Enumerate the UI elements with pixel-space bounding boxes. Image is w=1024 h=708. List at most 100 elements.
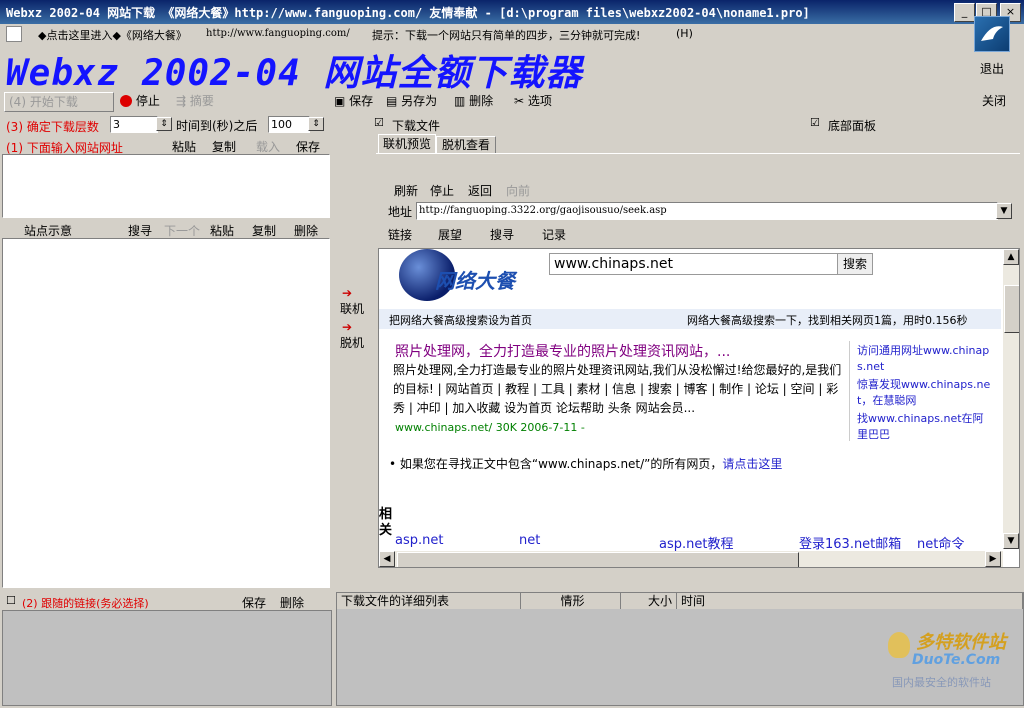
copy-sites-button[interactable]: 复制 [252,222,276,239]
delete-sites-button[interactable]: 删除 [294,222,318,239]
result-title-link[interactable]: 照片处理网，全力打造最专业的照片处理资讯网站，... [395,341,795,361]
start-download-button[interactable]: (4) 开始下载 [4,92,114,112]
home-url[interactable]: http://www.fanguoping.com/ [206,28,350,39]
online-button[interactable]: 联机 [340,300,364,317]
record-button[interactable]: 记录 [542,226,566,243]
home-link[interactable]: ◆点击这里进入◆《网络大餐》 [38,27,187,43]
window-title: Webxz 2002-04 网站下载 《网络大餐》http://www.fang… [6,6,810,20]
more-results-text: • 如果您在寻找正文中包含“www.chinaps.net/”的所有网页，请点击… [389,455,782,472]
options-button[interactable]: ✂ 选项 [514,92,552,110]
download-file-label: 下载文件 [392,119,441,133]
horizontal-scroll-thumb[interactable] [397,552,799,567]
next-button[interactable]: 下一个 [164,222,200,239]
vertical-scroll-thumb[interactable] [1004,285,1019,333]
scroll-right-icon[interactable]: ▶ [985,551,1001,567]
time-label: 时间到(秒)之后 [176,119,258,133]
result-description: 照片处理网,全力打造最专业的照片处理资讯网站,我们从没松懈过!给您最好的,是我们… [393,363,842,415]
related-link-3[interactable]: asp.net教程 [659,533,733,552]
set-home-link[interactable]: 把网络大餐高级搜索设为首页 [389,312,532,328]
page-search-button[interactable]: 搜索 [837,253,873,275]
address-dropdown[interactable]: ▼ [996,203,1012,219]
scroll-left-icon[interactable]: ◀ [379,551,395,567]
watermark-brand: 多特软件站 [916,632,1006,653]
address-input[interactable]: http://fanguoping.3322.org/gaojisousuo/s… [416,202,998,220]
options-label: 选项 [527,94,552,108]
outlook-button[interactable]: 展望 [438,226,462,243]
bottom-panel-checkbox[interactable]: ☑ [810,116,820,129]
vertical-scrollbar[interactable]: ▲ ▼ [1003,249,1019,549]
related-link-1[interactable]: asp.net [395,533,443,548]
paste-button[interactable]: 粘贴 [172,138,196,155]
browser-view[interactable]: 网络大餐 www.chinaps.net 搜索 把网络大餐高级搜索设为首页 网络… [378,248,1020,568]
delete-label: 删除 [469,94,494,108]
arrow-right-icon-2: ➔ [342,320,353,334]
stop-button[interactable]: 停止 [120,92,160,110]
links-button[interactable]: 链接 [388,226,412,243]
col-file-list[interactable]: 下载文件的详细列表 [337,593,521,609]
follow-delete-button[interactable]: 删除 [280,594,304,611]
address-label: 地址 [388,205,413,219]
tab-offline[interactable]: 脱机查看 [436,136,496,154]
trash-icon: ▥ [454,94,466,108]
related-link-5[interactable]: net命令 [917,533,964,552]
save-button[interactable]: ▣ 保存 [334,92,373,110]
watermark-mascot-icon [888,632,910,658]
summary-label: 摘要 [189,94,214,108]
summary-button[interactable]: ⇶ 摘要 [176,92,214,110]
save-url-button[interactable]: 保存 [296,138,320,155]
main-toolbar: (4) 开始下载 停止 ⇶ 摘要 ▣ 保存 ▤ 另存为 ▥ 删除 ✂ 选项 关闭 [0,90,1024,112]
depth-input[interactable]: 3 [110,116,158,133]
offline-button[interactable]: 脱机 [340,334,364,351]
save-label: 保存 [349,94,374,108]
sites-tree[interactable] [2,238,330,588]
time-input[interactable]: 100 [268,116,310,133]
tab-divider [376,153,1020,154]
side-link-1[interactable]: 访问通用网址www.chinaps.net [857,343,993,375]
browser-stop-button[interactable]: 停止 [430,182,454,199]
refresh-button[interactable]: 刷新 [394,182,418,199]
stop-label: 停止 [135,94,160,108]
search-sites-button[interactable]: 搜寻 [128,222,152,239]
download-file-checkbox[interactable]: ☑ [374,116,390,132]
avatar-icon [6,26,22,42]
col-size[interactable]: 大小 [621,593,677,609]
help-link[interactable]: (H) [676,27,693,40]
exit-button[interactable]: 退出 [972,16,1012,80]
follow-label: (2) 跟随的链接(务必选择) [22,597,149,610]
side-link-2[interactable]: 惊喜发现www.chinaps.net，在慧聪网 [857,377,993,409]
left-panel: (3) 确定下载层数 3 ⇕ 时间到(秒)之后 100 ⇕ (1) 下面输入网站… [0,114,334,590]
close-button[interactable]: 关闭 [982,92,1006,110]
depth-stepper[interactable]: ⇕ [156,117,172,131]
follow-list[interactable] [2,610,332,706]
exit-label: 退出 [980,62,1005,76]
copy-button[interactable]: 复制 [212,138,236,155]
page-search-input[interactable]: www.chinaps.net [549,253,839,275]
scroll-up-icon[interactable]: ▲ [1003,249,1019,265]
url-textarea[interactable] [2,154,330,218]
delete-button[interactable]: ▥ 删除 [454,92,493,110]
forward-button[interactable]: 向前 [506,182,530,199]
result-url: www.chinaps.net/ 30K 2006-7-11 - [395,421,585,434]
save-as-label: 另存为 [401,94,438,108]
related-link-4[interactable]: 登录163.net邮箱 [799,533,901,552]
more-link[interactable]: 请点击这里 [722,457,782,471]
paste-sites-button[interactable]: 粘贴 [210,222,234,239]
follow-checkbox[interactable]: ☐ [6,594,16,607]
col-time[interactable]: 时间 [677,593,1023,609]
horizontal-scrollbar[interactable]: ◀ ▶ [379,551,1003,567]
save-as-button[interactable]: ▤ 另存为 [386,92,437,110]
scroll-down-icon[interactable]: ▼ [1003,533,1019,549]
related-link-2[interactable]: net [519,533,540,548]
load-button[interactable]: 载入 [256,138,280,155]
search-button[interactable]: 搜寻 [490,226,514,243]
bottom-panel-label: 底部面板 [828,119,877,133]
arrow-right-icon: ➔ [342,286,353,300]
follow-save-button[interactable]: 保存 [242,594,266,611]
side-link-3[interactable]: 找www.chinaps.net在阿里巴巴 [857,411,993,443]
col-status[interactable]: 情形 [521,593,621,609]
related-label: 相关 [379,507,393,538]
back-button[interactable]: 返回 [468,182,492,199]
time-stepper[interactable]: ⇕ [308,117,324,131]
watermark-domain: DuoTe.Com [912,652,1001,668]
tab-preview[interactable]: 联机预览 [378,134,436,153]
